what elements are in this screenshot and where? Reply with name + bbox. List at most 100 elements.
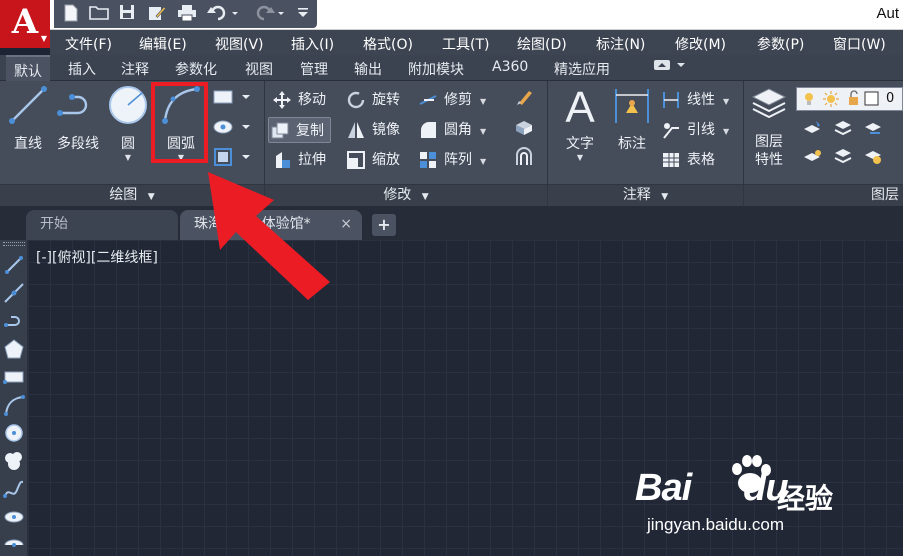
- menu-window[interactable]: 窗口(W): [833, 34, 886, 54]
- layer-tool-icon[interactable]: [858, 147, 888, 173]
- tab-insert[interactable]: 插入: [68, 59, 96, 79]
- tab-a360[interactable]: A360: [492, 59, 528, 75]
- menu-modify[interactable]: 修改(M): [675, 34, 726, 54]
- chevron-down-icon: ▼: [421, 192, 429, 202]
- menu-format[interactable]: 格式(O): [363, 34, 413, 54]
- chevron-down-icon: ▼: [480, 127, 487, 136]
- baidu-jingyan-watermark: Bai du 经验 jingyan.baidu.com: [635, 455, 865, 545]
- toolbar-grip[interactable]: [3, 242, 25, 246]
- construction-line-icon[interactable]: [3, 282, 25, 304]
- window-title: Aut: [876, 5, 899, 22]
- copy-button[interactable]: 复制: [268, 117, 331, 143]
- layer-properties-icon: [744, 83, 794, 133]
- tab-start[interactable]: 开始: [26, 210, 178, 240]
- red-arrow-annotation: [208, 172, 330, 300]
- mirror-button[interactable]: 镜像: [345, 117, 400, 143]
- chevron-down-icon: ▼: [147, 192, 155, 202]
- revision-cloud-icon[interactable]: [3, 450, 25, 472]
- rotate-button[interactable]: 旋转: [345, 87, 400, 113]
- new-tab-button[interactable]: +: [372, 214, 396, 236]
- menu-tools[interactable]: 工具(T): [442, 34, 489, 54]
- menu-dimension[interactable]: 标注(N): [596, 34, 645, 54]
- tab-default[interactable]: 默认: [6, 55, 50, 81]
- move-button[interactable]: 移动: [271, 87, 326, 113]
- tab-output[interactable]: 输出: [354, 59, 382, 79]
- offset-button[interactable]: [510, 147, 540, 173]
- tab-view[interactable]: 视图: [245, 59, 273, 79]
- layer-tool-icon[interactable]: [828, 147, 858, 173]
- explode-button[interactable]: [510, 117, 540, 143]
- print-icon[interactable]: [176, 4, 198, 24]
- viewport-controls[interactable]: [-][俯视][二维线框]: [36, 247, 158, 267]
- rotate-icon: [345, 90, 367, 110]
- ellipse-icon[interactable]: [3, 506, 25, 528]
- dimension-button[interactable]: 标注: [604, 83, 660, 181]
- open-folder-icon[interactable]: [88, 4, 110, 24]
- rectangle-button[interactable]: [210, 87, 254, 113]
- spline-icon[interactable]: [3, 478, 25, 500]
- array-icon: [417, 150, 439, 170]
- arc-icon[interactable]: [3, 394, 25, 416]
- line-button[interactable]: 直线: [0, 83, 56, 181]
- menu-insert[interactable]: 插入(I): [291, 34, 334, 54]
- chevron-down-icon: ▼: [40, 33, 47, 43]
- menu-view[interactable]: 视图(V): [215, 34, 264, 54]
- dimension-icon: [604, 83, 660, 133]
- chevron-down-icon: ▼: [576, 153, 584, 162]
- chevron-down-icon: ▼: [661, 192, 669, 202]
- layer-properties-button[interactable]: 图层 特性: [744, 83, 794, 181]
- application-menu-button[interactable]: A ▼: [0, 0, 50, 48]
- linear-dimension-button[interactable]: 线性 ▼: [660, 87, 729, 113]
- leader-button[interactable]: 引线 ▼: [660, 117, 729, 143]
- erase-button[interactable]: [510, 87, 540, 113]
- autocad-window: Aut A ▼ 文件(F) 编辑(E) 视图(V) 插入(I) 格式(O) 工具…: [0, 0, 903, 556]
- rectangle-icon[interactable]: [3, 366, 25, 388]
- menu-parameter[interactable]: 参数(P): [757, 34, 804, 54]
- scale-button[interactable]: 缩放: [345, 147, 400, 173]
- circle-icon: [100, 83, 156, 133]
- layers-panel-title[interactable]: 图层: [744, 184, 903, 206]
- menu-edit[interactable]: 编辑(E): [139, 34, 187, 54]
- text-icon: A: [565, 83, 595, 132]
- tab-annotate[interactable]: 注释: [121, 59, 149, 79]
- autocad-logo-icon: A: [11, 2, 39, 42]
- undo-icon[interactable]: [206, 4, 240, 24]
- hatch-button[interactable]: [210, 117, 254, 143]
- document-tab-bar: 开始 珠海V 体验馆* × +: [0, 206, 903, 240]
- layer-tool-icon[interactable]: [828, 119, 858, 145]
- polyline-icon[interactable]: [3, 310, 25, 332]
- save-as-icon[interactable]: [146, 4, 168, 24]
- menu-file[interactable]: 文件(F): [65, 34, 112, 54]
- customize-qat-icon[interactable]: [292, 4, 314, 24]
- tab-featured-apps[interactable]: 精选应用: [554, 59, 610, 79]
- menu-draw[interactable]: 绘图(D): [517, 34, 567, 54]
- layer-tool-icon[interactable]: [798, 147, 828, 173]
- fillet-icon: [417, 120, 439, 140]
- layer-tool-icon[interactable]: [858, 119, 888, 145]
- redo-icon[interactable]: [250, 4, 284, 24]
- ellipse-arc-icon[interactable]: [3, 534, 25, 556]
- trim-button[interactable]: 修剪 ▼: [417, 87, 486, 113]
- circle-button[interactable]: 圆 ▼: [100, 83, 156, 181]
- annotation-panel-title[interactable]: 注释 ▼: [548, 184, 743, 206]
- polyline-button[interactable]: 多段线: [50, 83, 106, 181]
- array-button[interactable]: 阵列 ▼: [417, 147, 486, 173]
- linear-dimension-icon: [660, 90, 682, 110]
- polyline-icon: [50, 83, 106, 133]
- ribbon-display-toggle[interactable]: [653, 59, 687, 74]
- tab-parametric[interactable]: 参数化: [175, 59, 217, 79]
- fillet-button[interactable]: 圆角 ▼: [417, 117, 486, 143]
- save-icon[interactable]: [116, 4, 138, 24]
- layer-tool-icon[interactable]: [798, 119, 828, 145]
- tab-manage[interactable]: 管理: [300, 59, 328, 79]
- circle-icon[interactable]: [3, 422, 25, 444]
- tab-addins[interactable]: 附加模块: [408, 59, 464, 79]
- new-file-icon[interactable]: [60, 4, 82, 24]
- chevron-down-icon: ▼: [480, 157, 487, 166]
- text-button[interactable]: A 文字 ▼: [552, 83, 608, 181]
- layer-dropdown[interactable]: 0: [796, 87, 903, 111]
- line-icon[interactable]: [3, 254, 25, 276]
- polygon-icon[interactable]: [3, 338, 25, 360]
- layers-panel: 图层 特性 0 图层: [744, 81, 903, 206]
- table-button[interactable]: 表格: [660, 147, 715, 173]
